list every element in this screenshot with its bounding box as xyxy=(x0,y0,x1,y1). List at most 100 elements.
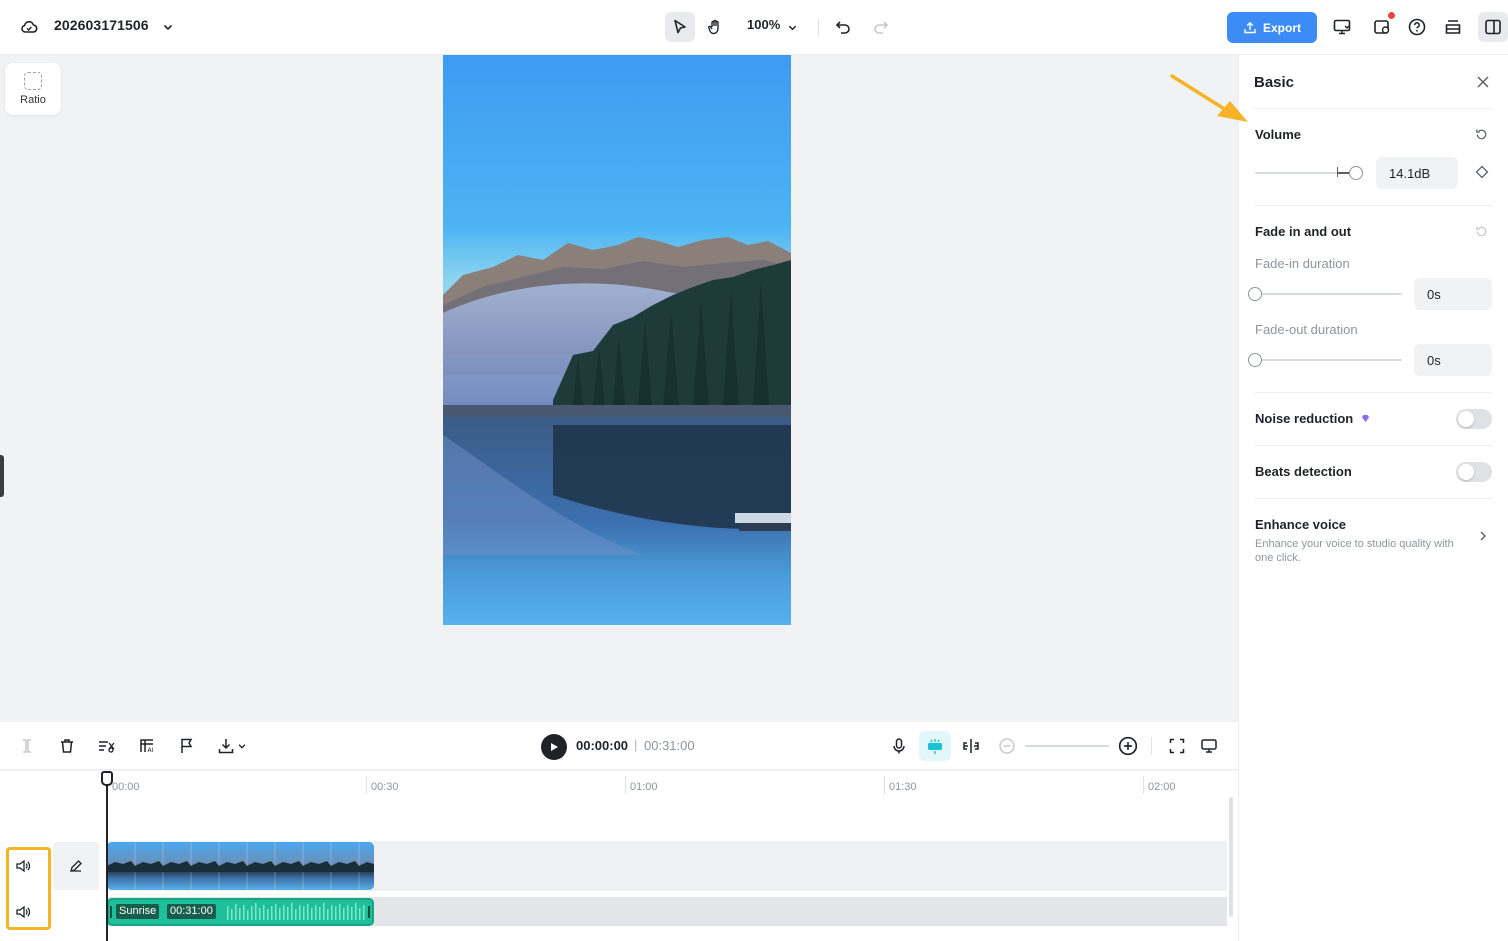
audio-clip-name: Sunrise xyxy=(116,904,160,919)
volume-reset-icon[interactable] xyxy=(1474,127,1490,143)
noise-reduction-toggle[interactable] xyxy=(1456,409,1492,429)
audio-clip[interactable]: Sunrise 00:31:00 xyxy=(107,898,374,926)
split-button[interactable] xyxy=(15,734,39,758)
trash-icon xyxy=(61,739,73,753)
record-voice-button[interactable] xyxy=(887,734,911,758)
play-button[interactable] xyxy=(541,734,567,760)
volume-slider-thumb[interactable] xyxy=(1349,166,1363,180)
track-volume-controls xyxy=(6,847,51,930)
ratio-label: Ratio xyxy=(20,94,46,106)
notification-dot xyxy=(1388,12,1395,19)
properties-panel: Basic Volume 14.1dB Fade in and out Fade… xyxy=(1238,55,1508,941)
divider xyxy=(1254,498,1492,499)
audio-track-speaker-icon[interactable] xyxy=(15,905,31,922)
review-icon xyxy=(1374,20,1390,34)
divider xyxy=(1151,737,1152,755)
magnet-icon xyxy=(928,739,942,754)
undo-button[interactable] xyxy=(828,12,858,42)
upload-icon xyxy=(1244,21,1256,33)
fit-timeline-button[interactable] xyxy=(1165,734,1189,758)
ai-tool-button[interactable]: AI xyxy=(135,734,159,758)
pencil-icon xyxy=(70,860,82,872)
enhance-voice-description: Enhance your voice to studio quality wit… xyxy=(1255,538,1454,564)
fade-out-value-input[interactable]: 0s xyxy=(1414,344,1492,376)
delete-button[interactable] xyxy=(55,734,79,758)
fullscreen-icon xyxy=(1169,738,1185,754)
zoom-chevron-down-icon[interactable] xyxy=(786,19,798,35)
cloud-icon[interactable] xyxy=(18,16,40,38)
fade-title: Fade in and out xyxy=(1255,224,1352,239)
ruler-tick xyxy=(625,776,626,794)
select-tool-button[interactable] xyxy=(665,12,695,42)
svg-text:AI: AI xyxy=(148,747,154,754)
fade-out-label: Fade-out duration xyxy=(1255,322,1358,337)
beats-detection-title: Beats detection xyxy=(1255,464,1352,479)
playhead[interactable] xyxy=(106,780,108,941)
ratio-button[interactable]: Ratio xyxy=(5,63,61,115)
beats-detection-toggle[interactable] xyxy=(1456,462,1492,482)
help-icon xyxy=(1408,18,1426,36)
time-separator: | xyxy=(634,737,638,752)
stack-icon xyxy=(1445,20,1461,34)
auto-snap-button[interactable] xyxy=(919,731,951,761)
premium-gem-icon xyxy=(1361,411,1371,423)
playhead-handle[interactable] xyxy=(101,771,113,786)
marker-button[interactable] xyxy=(175,734,199,758)
split-link-icon xyxy=(963,739,979,753)
timeline-scrollbar[interactable] xyxy=(1229,797,1233,917)
undo-icon xyxy=(835,21,850,34)
fade-in-label: Fade-in duration xyxy=(1255,256,1350,271)
top-bar: 202603171506 100% Export xyxy=(0,0,1508,55)
video-track-speaker-icon[interactable] xyxy=(15,859,31,876)
monitor-icon xyxy=(1333,19,1351,35)
video-clip[interactable] xyxy=(107,842,374,890)
volume-value-input[interactable]: 14.1dB xyxy=(1376,157,1458,189)
help-button[interactable] xyxy=(1402,12,1432,42)
layers-button[interactable] xyxy=(1438,12,1468,42)
edit-track-button[interactable] xyxy=(53,842,99,890)
preview-screen-button[interactable] xyxy=(1197,734,1221,758)
ruler-label: 01:30 xyxy=(889,781,917,793)
zoom-level[interactable]: 100% xyxy=(747,17,780,32)
export-button[interactable]: Export xyxy=(1227,12,1317,43)
fade-in-slider-track[interactable] xyxy=(1255,293,1402,295)
link-split-button[interactable] xyxy=(959,734,983,758)
redo-button[interactable] xyxy=(866,12,896,42)
ruler-tick xyxy=(884,776,885,794)
left-panel-handle[interactable] xyxy=(0,455,4,497)
flag-icon xyxy=(181,738,193,753)
volume-slider-fill xyxy=(1337,172,1349,174)
audio-clip-duration: 00:31:00 xyxy=(167,904,216,919)
hand-tool-button[interactable] xyxy=(700,12,730,42)
pointer-icon xyxy=(674,19,686,34)
fade-in-slider-thumb[interactable] xyxy=(1248,287,1262,301)
download-chevron-down-icon[interactable] xyxy=(235,734,249,758)
total-time: 00:31:00 xyxy=(644,738,695,753)
fade-out-slider-track[interactable] xyxy=(1255,359,1402,361)
enhance-voice-title[interactable]: Enhance voice xyxy=(1255,517,1346,532)
present-button[interactable] xyxy=(1327,12,1357,42)
microphone-icon xyxy=(893,738,905,754)
fade-reset-icon[interactable] xyxy=(1474,224,1490,240)
project-title[interactable]: 202603171506 xyxy=(54,17,149,33)
noise-reduction-title: Noise reduction xyxy=(1255,411,1354,426)
cut-button[interactable] xyxy=(95,734,119,758)
fade-in-value-input[interactable]: 0s xyxy=(1414,278,1492,310)
screen-icon xyxy=(1201,739,1217,753)
close-icon[interactable] xyxy=(1475,74,1491,90)
ai-frame-icon: AI xyxy=(140,739,154,754)
chevron-right-icon[interactable] xyxy=(1478,530,1490,544)
toggle-panel-button[interactable] xyxy=(1478,12,1508,42)
annotation-arrow-icon xyxy=(1170,74,1248,122)
scissors-icon xyxy=(99,741,115,753)
current-time: 00:00:00 xyxy=(576,738,629,753)
video-preview[interactable] xyxy=(443,55,791,625)
zoom-in-button[interactable] xyxy=(1116,734,1140,758)
ruler-label: 01:00 xyxy=(630,781,658,793)
keyframe-diamond-icon[interactable] xyxy=(1475,165,1489,179)
timeline-zoom-slider[interactable] xyxy=(1025,745,1109,747)
divider xyxy=(1254,108,1492,109)
fade-out-slider-thumb[interactable] xyxy=(1248,353,1262,367)
zoom-out-button[interactable] xyxy=(995,734,1019,758)
chevron-down-icon[interactable] xyxy=(160,18,176,36)
